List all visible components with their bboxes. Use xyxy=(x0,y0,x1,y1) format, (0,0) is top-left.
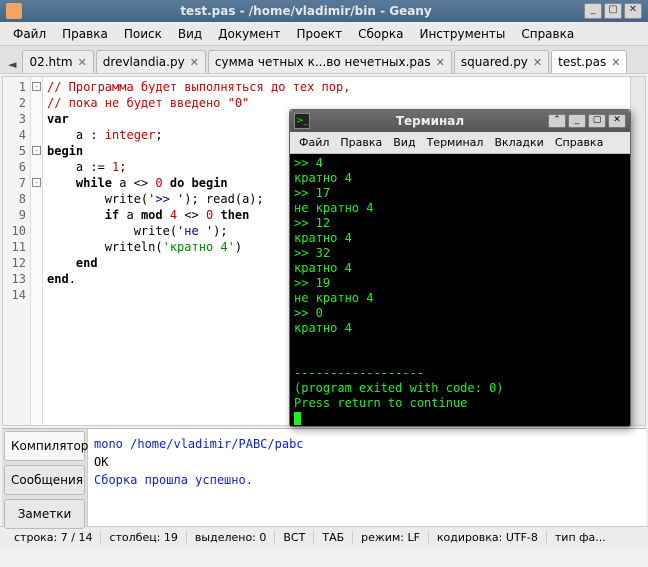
terminal-menu-Справка[interactable]: Справка xyxy=(550,134,608,151)
fold-toggle-icon[interactable]: - xyxy=(32,146,41,155)
tab-scroll-left-icon[interactable]: ◄ xyxy=(4,56,20,73)
tab-close-icon[interactable]: ✕ xyxy=(533,56,542,69)
editor-tab[interactable]: drevlandia.py ✕ xyxy=(96,50,206,73)
terminal-title: Терминал xyxy=(314,114,546,128)
editor-tab[interactable]: test.pas ✕ xyxy=(551,50,627,73)
bottom-tab-Сообщения[interactable]: Сообщения xyxy=(4,465,85,495)
tab-close-icon[interactable]: ✕ xyxy=(611,56,620,69)
close-button[interactable]: ✕ xyxy=(624,3,642,19)
status-line[interactable]: строка: 7 / 14 xyxy=(6,531,101,544)
tab-label: drevlandia.py xyxy=(103,55,185,69)
line-number-gutter: 1234567891011121314 xyxy=(3,77,31,425)
tab-close-icon[interactable]: ✕ xyxy=(436,56,445,69)
terminal-icon: >_ xyxy=(294,113,310,129)
fold-gutter: - - - xyxy=(31,77,43,425)
editor-tabbar: ◄ 02.htm✕drevlandia.py✕сумма четных к...… xyxy=(0,46,648,74)
status-column[interactable]: столбец: 19 xyxy=(101,531,186,544)
window-titlebar: test.pas - /home/vladimir/bin - Geany _ … xyxy=(0,0,648,22)
fold-toggle-icon[interactable]: - xyxy=(32,82,41,91)
tab-label: squared.py xyxy=(461,55,528,69)
terminal-menu-Файл[interactable]: Файл xyxy=(294,134,334,151)
menu-Файл[interactable]: Файл xyxy=(6,24,53,44)
menu-Справка[interactable]: Справка xyxy=(514,24,581,44)
tab-close-icon[interactable]: ✕ xyxy=(190,56,199,69)
menu-Проект[interactable]: Проект xyxy=(290,24,350,44)
app-icon xyxy=(6,3,22,19)
terminal-menu-Правка[interactable]: Правка xyxy=(335,134,387,151)
vertical-scrollbar[interactable] xyxy=(630,77,645,425)
statusbar: строка: 7 / 14 столбец: 19 выделено: 0 В… xyxy=(0,526,648,548)
fold-toggle-icon[interactable]: - xyxy=(32,178,41,187)
terminal-window[interactable]: >_ Терминал ⌃ _ ▢ ✕ ФайлПравкаВидТермина… xyxy=(289,109,631,427)
editor-tab[interactable]: squared.py ✕ xyxy=(454,50,549,73)
editor-tab[interactable]: сумма четных к...во нечетных.pas ✕ xyxy=(208,50,452,73)
maximize-button[interactable]: ▢ xyxy=(604,3,622,19)
status-insert-mode[interactable]: ВСТ xyxy=(275,531,314,544)
menubar: ФайлПравкаПоискВидДокументПроектСборкаИн… xyxy=(0,22,648,46)
compiler-messages[interactable]: mono /home/vladimir/PABC/pabcOKСборка пр… xyxy=(88,429,646,526)
terminal-output[interactable]: >> 4 кратно 4 >> 17 не кратно 4 >> 12 кр… xyxy=(290,154,630,426)
terminal-rollup-button[interactable]: ⌃ xyxy=(548,114,566,128)
bottom-tab-Компилятор[interactable]: Компилятор xyxy=(4,431,85,461)
menu-Сборка[interactable]: Сборка xyxy=(351,24,410,44)
terminal-menubar: ФайлПравкаВидТерминалВкладкиСправка xyxy=(290,132,630,154)
message-line[interactable]: OK xyxy=(94,453,640,471)
terminal-cursor xyxy=(294,412,301,425)
bottom-panel: Компилятор Сообщения Заметки mono /home/vl… xyxy=(2,428,646,526)
terminal-maximize-button[interactable]: ▢ xyxy=(588,114,606,128)
tab-label: test.pas xyxy=(558,55,606,69)
terminal-menu-Вкладки[interactable]: Вкладки xyxy=(489,134,548,151)
status-line-ending[interactable]: режим: LF xyxy=(353,531,429,544)
bottom-tab-Заметки[interactable]: Заметки xyxy=(4,499,85,529)
menu-Правка[interactable]: Правка xyxy=(55,24,115,44)
tab-label: 02.htm xyxy=(29,55,72,69)
menu-Инструменты[interactable]: Инструменты xyxy=(412,24,512,44)
status-tab-mode[interactable]: ТАБ xyxy=(314,531,353,544)
terminal-menu-Терминал[interactable]: Терминал xyxy=(422,134,489,151)
message-line[interactable]: Сборка прошла успешно. xyxy=(94,471,640,489)
tab-label: сумма четных к...во нечетных.pas xyxy=(215,55,431,69)
status-selection[interactable]: выделено: 0 xyxy=(187,531,275,544)
terminal-minimize-button[interactable]: _ xyxy=(568,114,586,128)
terminal-close-button[interactable]: ✕ xyxy=(608,114,626,128)
menu-Документ[interactable]: Документ xyxy=(211,24,287,44)
menu-Поиск[interactable]: Поиск xyxy=(117,24,169,44)
minimize-button[interactable]: _ xyxy=(584,3,602,19)
menu-Вид[interactable]: Вид xyxy=(171,24,209,44)
editor-tab[interactable]: 02.htm ✕ xyxy=(22,50,93,73)
window-title: test.pas - /home/vladimir/bin - Geany xyxy=(28,4,584,18)
message-line[interactable]: mono /home/vladimir/PABC/pabc xyxy=(94,435,640,453)
terminal-menu-Вид[interactable]: Вид xyxy=(388,134,420,151)
status-filetype[interactable]: тип фа... xyxy=(547,531,614,544)
terminal-titlebar[interactable]: >_ Терминал ⌃ _ ▢ ✕ xyxy=(290,110,630,132)
bottom-panel-tabs: Компилятор Сообщения Заметки xyxy=(2,429,88,526)
tab-close-icon[interactable]: ✕ xyxy=(78,56,87,69)
status-encoding[interactable]: кодировка: UTF-8 xyxy=(429,531,547,544)
